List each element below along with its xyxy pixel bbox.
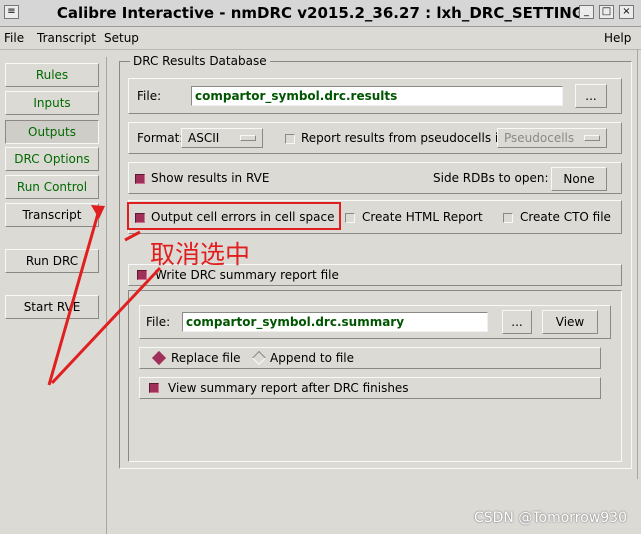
annotation-connector-line [124, 230, 141, 242]
watermark: CSDN @Tomorrow930 [473, 510, 627, 526]
annotation-arrows [47, 205, 162, 386]
annotation-arrow-line [50, 266, 162, 385]
